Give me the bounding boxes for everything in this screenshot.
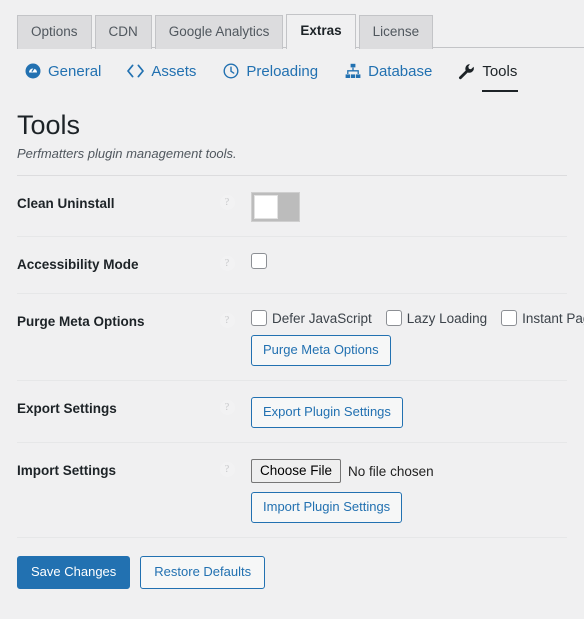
help-icon[interactable]: ?: [219, 462, 235, 477]
help-icon[interactable]: ?: [219, 400, 235, 415]
row-label: Export Settings: [17, 401, 117, 416]
tab-bar: Options CDN Google Analytics Extras Lice…: [0, 0, 584, 49]
subnav-label: Assets: [151, 62, 197, 80]
help-icon[interactable]: ?: [219, 195, 235, 210]
row-help: ?: [217, 310, 237, 328]
purge-meta-options-button[interactable]: Purge Meta Options: [251, 335, 391, 366]
help-icon[interactable]: ?: [219, 313, 235, 328]
tab-label: Google Analytics: [168, 24, 270, 39]
row-help: ?: [217, 253, 237, 271]
checkbox-instant-page[interactable]: Instant Page: [501, 310, 584, 326]
tab-label: License: [372, 24, 420, 39]
footer-actions: Save Changes Restore Defaults: [0, 538, 584, 589]
row-label: Purge Meta Options: [17, 314, 145, 329]
checkbox-defer-javascript[interactable]: Defer JavaScript: [251, 310, 372, 326]
tab-options[interactable]: Options: [17, 15, 92, 49]
file-status-text: No file chosen: [348, 463, 434, 479]
sub-navigation: General Assets Preloading Database Tools: [0, 48, 584, 94]
purge-meta-checkbox-group: Defer JavaScript Lazy Loading Instant Pa…: [251, 310, 584, 326]
subnav-item-general[interactable]: General: [24, 63, 101, 92]
subnav-label: Tools: [482, 62, 518, 80]
row-clean-uninstall: Clean Uninstall ?: [17, 176, 567, 237]
file-input[interactable]: Choose File No file chosen: [251, 459, 567, 483]
settings-list: Clean Uninstall ? Accessibility Mode ? P…: [0, 176, 584, 538]
page-header: Tools Perfmatters plugin management tool…: [0, 94, 584, 161]
speedometer-icon: [24, 63, 41, 80]
toggle-knob: [254, 195, 278, 219]
checkbox-label: Instant Page: [522, 310, 584, 326]
export-plugin-settings-button[interactable]: Export Plugin Settings: [251, 397, 403, 428]
row-accessibility-mode: Accessibility Mode ?: [17, 237, 567, 294]
restore-defaults-button[interactable]: Restore Defaults: [140, 556, 266, 589]
import-plugin-settings-button[interactable]: Import Plugin Settings: [251, 492, 403, 523]
subnav-item-preloading[interactable]: Preloading: [222, 63, 318, 92]
subnav-label: General: [48, 62, 102, 80]
checkbox-lazy-loading[interactable]: Lazy Loading: [385, 310, 488, 326]
row-import-settings: Import Settings ? Choose File No file ch…: [17, 443, 567, 538]
checkbox-box[interactable]: [501, 310, 518, 326]
row-field: [237, 253, 567, 269]
row-field: Choose File No file chosen Import Plugin…: [237, 459, 567, 523]
tab-label: Options: [31, 24, 78, 39]
row-help: ?: [217, 397, 237, 415]
checkbox-label: Lazy Loading: [406, 310, 488, 326]
row-help: ?: [217, 459, 237, 477]
tab-extras[interactable]: Extras: [286, 14, 356, 49]
row-label: Import Settings: [17, 463, 117, 478]
row-label: Accessibility Mode: [17, 257, 139, 272]
tab-license[interactable]: License: [358, 15, 434, 49]
row-export-settings: Export Settings ? Export Plugin Settings: [17, 381, 567, 443]
row-help: ?: [217, 192, 237, 210]
tab-cdn[interactable]: CDN: [94, 15, 152, 49]
checkbox-box[interactable]: [251, 310, 267, 326]
sitemap-icon: [344, 63, 361, 80]
tab-label: Extras: [300, 23, 342, 38]
active-underline: [482, 89, 519, 92]
save-changes-button[interactable]: Save Changes: [17, 556, 131, 589]
clock-icon: [222, 63, 239, 80]
row-purge-meta-options: Purge Meta Options ? Defer JavaScript La…: [17, 294, 584, 381]
subnav-item-database[interactable]: Database: [344, 63, 432, 92]
clean-uninstall-toggle[interactable]: [251, 192, 300, 222]
accessibility-mode-checkbox[interactable]: [251, 253, 267, 269]
subnav-item-tools[interactable]: Tools: [458, 62, 519, 92]
help-icon[interactable]: ?: [219, 256, 235, 271]
page-subtitle: Perfmatters plugin management tools.: [17, 146, 237, 161]
row-label: Clean Uninstall: [17, 196, 115, 211]
subnav-label: Preloading: [246, 62, 319, 80]
tab-google-analytics[interactable]: Google Analytics: [154, 15, 284, 49]
row-field: Defer JavaScript Lazy Loading Instant Pa…: [237, 310, 584, 366]
code-brackets-icon: [127, 63, 145, 80]
wrench-icon: [458, 63, 475, 80]
subnav-item-assets[interactable]: Assets: [127, 63, 196, 92]
choose-file-button[interactable]: Choose File: [251, 459, 342, 483]
checkbox-box[interactable]: [385, 310, 402, 326]
page-title: Tools: [17, 110, 81, 140]
checkbox-label: Defer JavaScript: [272, 310, 372, 326]
tab-list: Options CDN Google Analytics Extras Lice…: [17, 0, 584, 49]
row-field: Export Plugin Settings: [237, 397, 567, 428]
subnav-label: Database: [368, 62, 433, 80]
tab-label: CDN: [108, 24, 138, 39]
row-field: [237, 192, 567, 222]
